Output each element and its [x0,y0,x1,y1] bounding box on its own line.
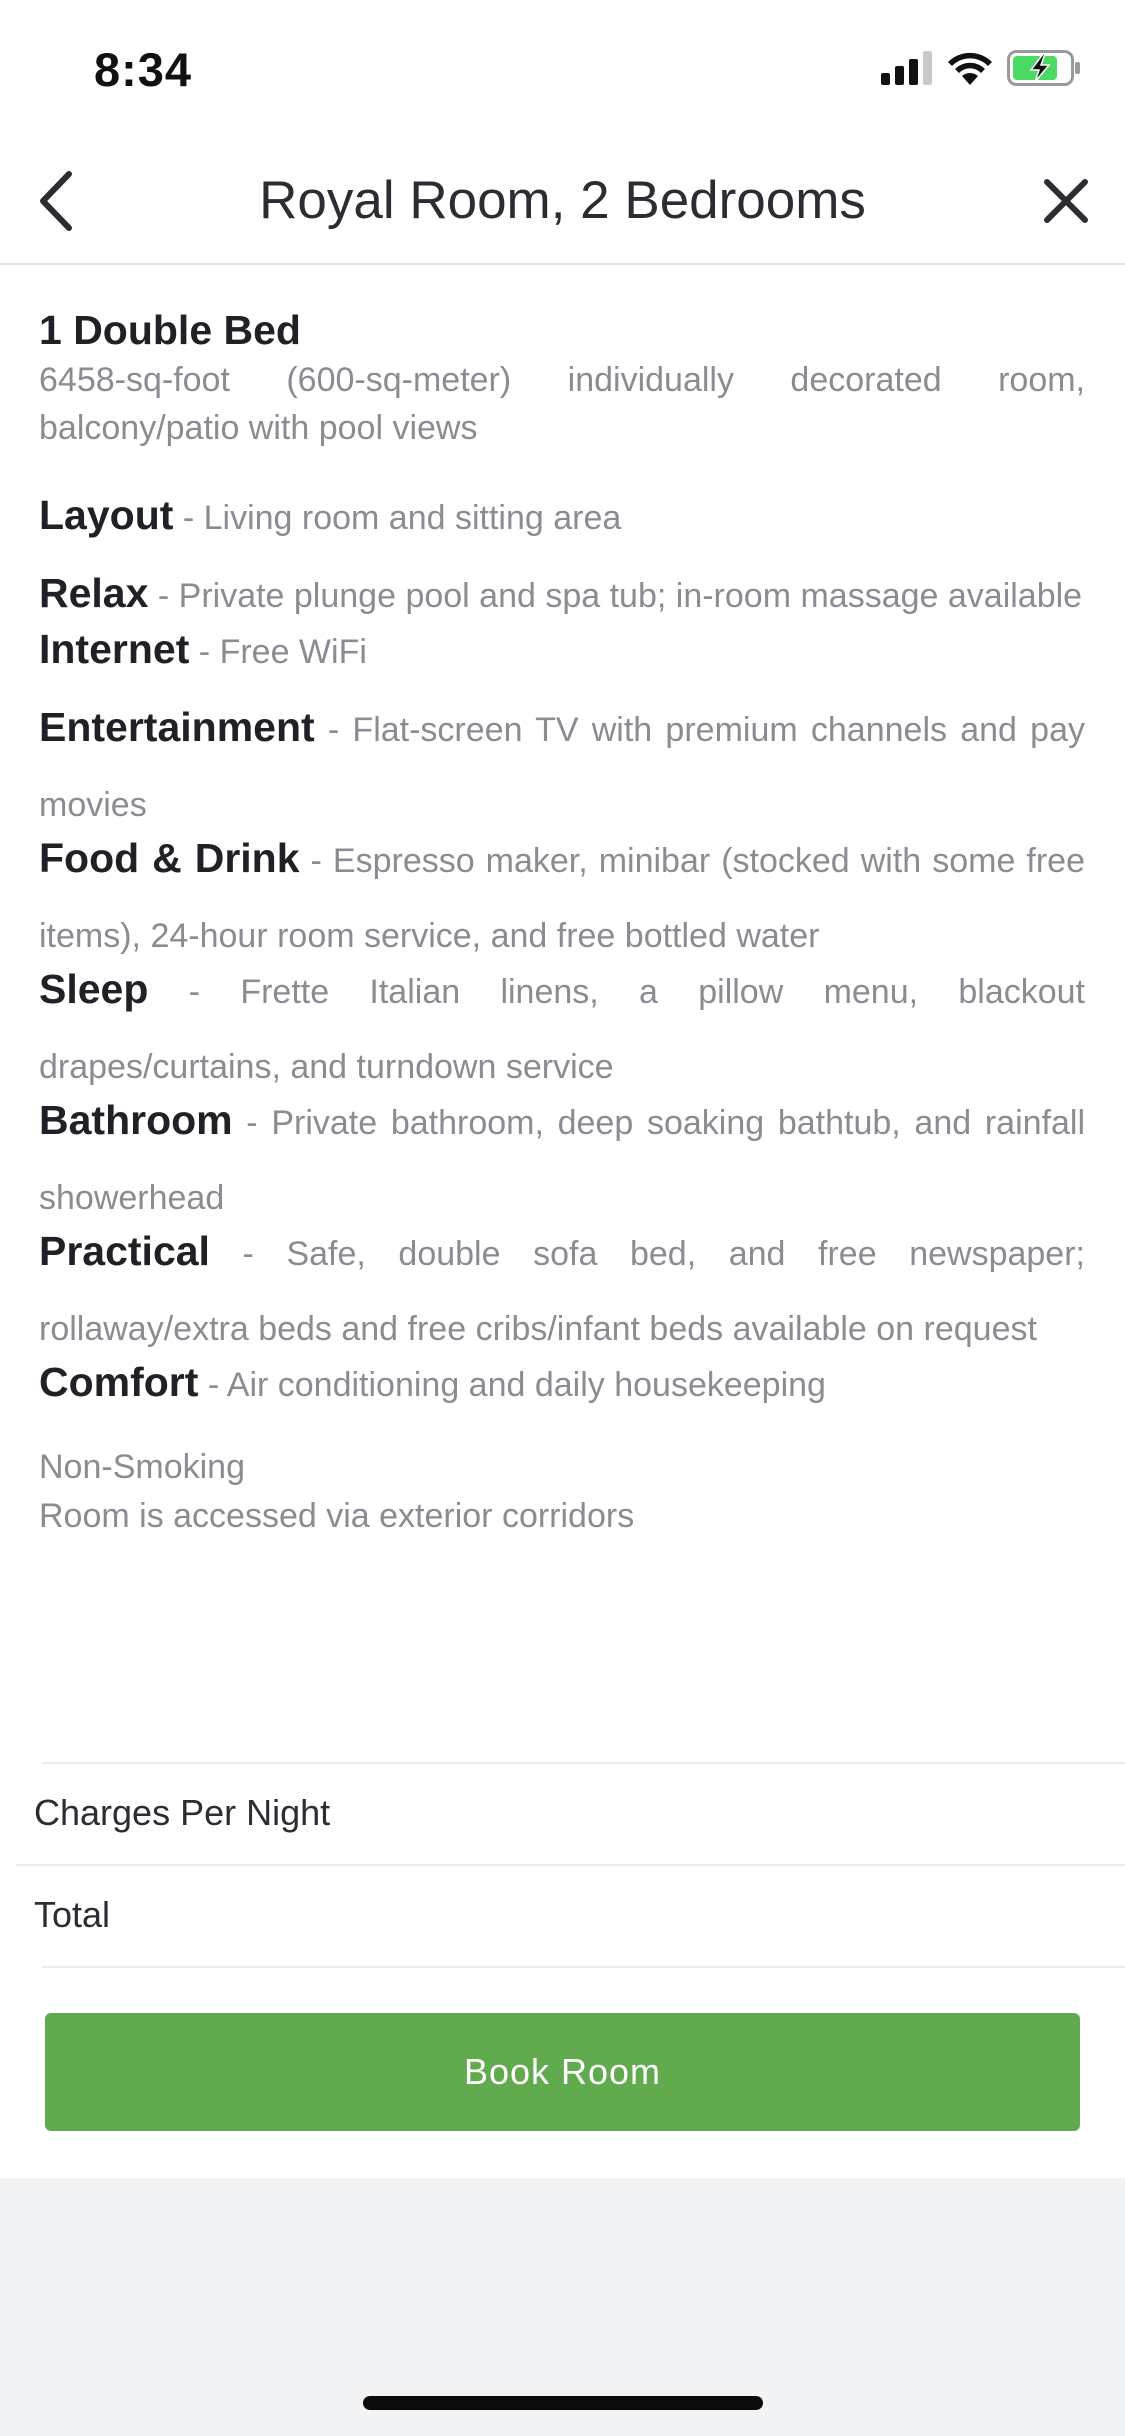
room-access: Room is accessed via exterior corridors [39,1497,635,1535]
total-row: Total [0,1864,1125,1967]
charges-per-night-row: Charges Per Night [0,1762,1125,1865]
smoking-policy: Non-Smoking [39,1448,245,1486]
close-button[interactable] [1031,168,1101,238]
wifi-icon [947,51,993,90]
signal-icon [881,50,933,90]
status-time: 8:34 [94,43,193,96]
divider [42,1966,1125,1968]
home-indicator[interactable] [363,2396,763,2410]
page-title: Royal Room, 2 Bedrooms [259,171,866,230]
room-extras: Non-Smoking Room is accessed via exterio… [39,1443,1085,1541]
room-details: 1 Double Bed 6458-sq-foot (600-sq-meter)… [39,304,1085,1541]
divider [16,1864,1125,1866]
nav-bar: Royal Room, 2 Bedrooms [0,140,1125,265]
feature-layout: Layout - Living room and sitting area [39,492,622,538]
room-description: 6458-sq-foot (600-sq-meter) individually… [39,361,1085,447]
divider-row [0,1966,1125,1968]
bed-type: 1 Double Bed [39,307,301,353]
chevron-left-icon [35,170,75,237]
close-icon [1043,178,1089,229]
book-room-button[interactable]: Book Room [45,2013,1080,2131]
status-bar: 8:34 [0,0,1125,140]
back-button[interactable] [20,168,90,238]
total-label: Total [34,1894,111,1935]
battery-charging-icon [1007,49,1081,91]
charges-label: Charges Per Night [34,1792,331,1833]
room-detail-sheet: 8:34 Royal Room, 2 Bedrooms 1 Double Bed… [0,0,1125,2178]
divider [42,1762,1125,1764]
status-icons [881,48,1081,92]
